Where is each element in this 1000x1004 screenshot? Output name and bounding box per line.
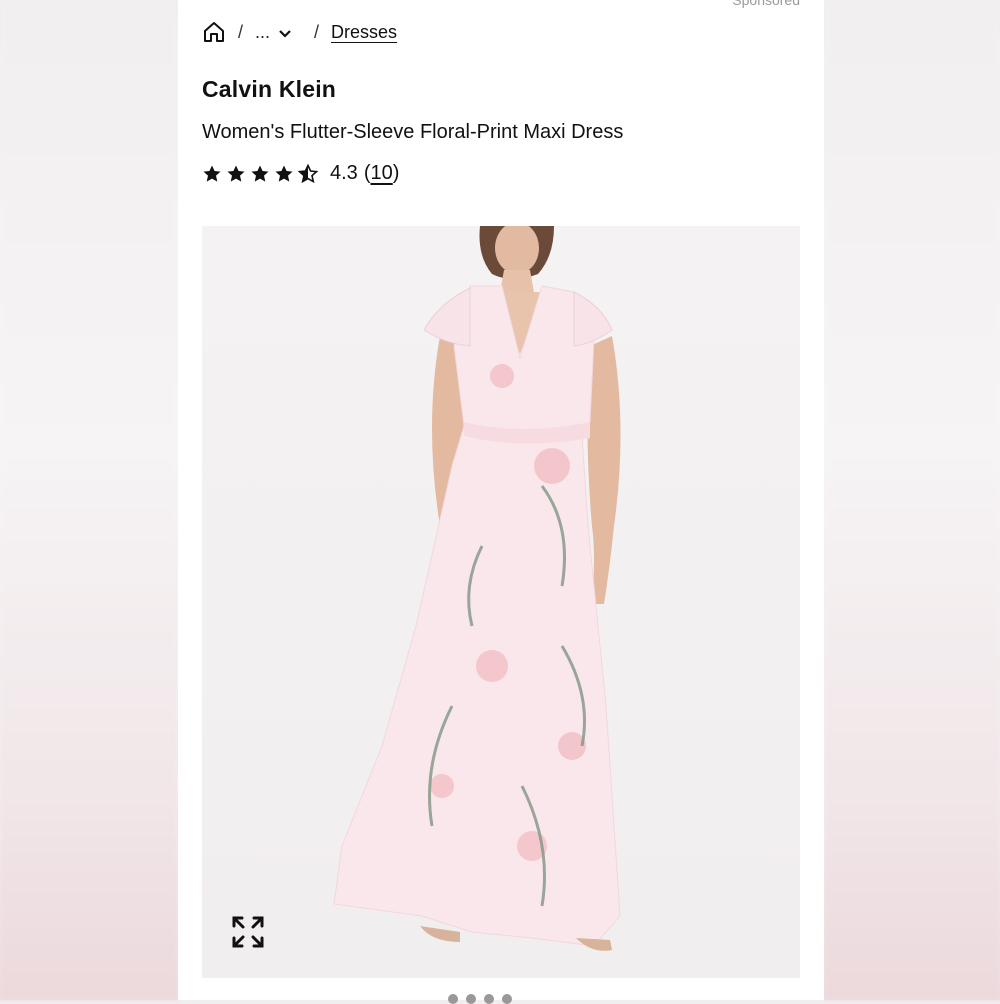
star-full-icon (274, 164, 294, 184)
chevron-down-icon (278, 25, 292, 39)
product-image[interactable] (202, 222, 800, 978)
pagination-dot[interactable] (466, 994, 476, 1004)
breadcrumb: / ... / Dresses (202, 18, 397, 46)
star-half-icon (297, 163, 319, 184)
breadcrumb-ellipsis-menu[interactable]: ... (255, 22, 292, 43)
product-title: Women's Flutter-Sleeve Floral-Print Maxi… (202, 121, 624, 143)
pagination-dot[interactable] (502, 994, 512, 1004)
star-full-icon (250, 164, 270, 184)
rating-summary: 4.3 ( 10 ) (202, 162, 399, 185)
sponsored-label: Sponsored (732, 0, 800, 8)
star-full-icon (226, 164, 246, 184)
rating-paren-close: ) (392, 162, 400, 184)
pagination-dot[interactable] (484, 994, 494, 1004)
breadcrumb-separator: / (238, 21, 244, 42)
breadcrumb-separator: / (314, 21, 320, 42)
right-background (824, 0, 1000, 1000)
rating-value: 4.3 (330, 162, 358, 184)
breadcrumb-dresses-link[interactable]: Dresses (331, 22, 397, 43)
left-background (0, 0, 178, 1000)
image-pagination-dots (448, 994, 512, 1004)
review-count-link[interactable]: 10 (370, 162, 392, 185)
home-icon[interactable] (202, 20, 226, 44)
rating-stars (202, 163, 319, 184)
product-panel: Sponsored / ... / Dresses Calvin Klein W… (178, 0, 824, 1004)
pagination-dot[interactable] (448, 994, 458, 1004)
star-full-icon (202, 164, 222, 184)
brand-name[interactable]: Calvin Klein (202, 76, 336, 103)
dress-illustration (202, 222, 800, 978)
rating-paren-open: ( (363, 162, 371, 184)
expand-icon[interactable] (230, 914, 266, 950)
breadcrumb-ellipsis: ... (255, 21, 271, 42)
